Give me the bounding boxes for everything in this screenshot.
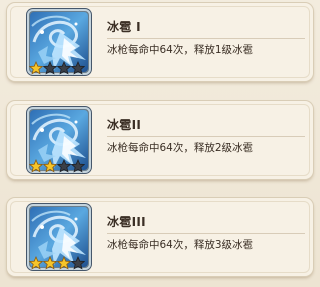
skill-description: 冰枪每命中64次，释放2级冰雹 <box>107 142 254 154</box>
skill-description: 冰枪每命中64次，释放1级冰雹 <box>107 44 254 56</box>
skill-title: 冰雹 I <box>107 20 141 34</box>
star-filled-icon <box>42 255 58 270</box>
star-filled-icon <box>28 255 44 270</box>
star-empty-icon <box>70 158 86 173</box>
star-empty-icon <box>56 60 72 75</box>
divider <box>107 38 305 39</box>
skill-card-hail-2[interactable]: 冰雹II 冰枪每命中64次，释放2级冰雹 <box>7 101 313 179</box>
skill-list: 冰雹 I 冰枪每命中64次，释放1级冰雹 冰雹II 冰枪每命中64次，释放2级冰… <box>0 0 320 287</box>
skill-description: 冰枪每命中64次，释放3级冰雹 <box>107 239 254 251</box>
star-rating <box>28 60 86 75</box>
divider <box>107 233 305 234</box>
star-rating <box>28 255 86 270</box>
star-empty-icon <box>42 60 58 75</box>
star-empty-icon <box>70 255 86 270</box>
star-filled-icon <box>56 255 72 270</box>
skill-title: 冰雹III <box>107 215 146 229</box>
divider <box>107 136 305 137</box>
star-filled-icon <box>42 158 58 173</box>
skill-card-hail-1[interactable]: 冰雹 I 冰枪每命中64次，释放1级冰雹 <box>7 3 313 81</box>
skill-card-hail-3[interactable]: 冰雹III 冰枪每命中64次，释放3级冰雹 <box>7 198 313 276</box>
star-empty-icon <box>56 158 72 173</box>
star-rating <box>28 158 86 173</box>
star-filled-icon <box>28 158 44 173</box>
star-filled-icon <box>28 60 44 75</box>
skill-title: 冰雹II <box>107 118 142 132</box>
star-empty-icon <box>70 60 86 75</box>
